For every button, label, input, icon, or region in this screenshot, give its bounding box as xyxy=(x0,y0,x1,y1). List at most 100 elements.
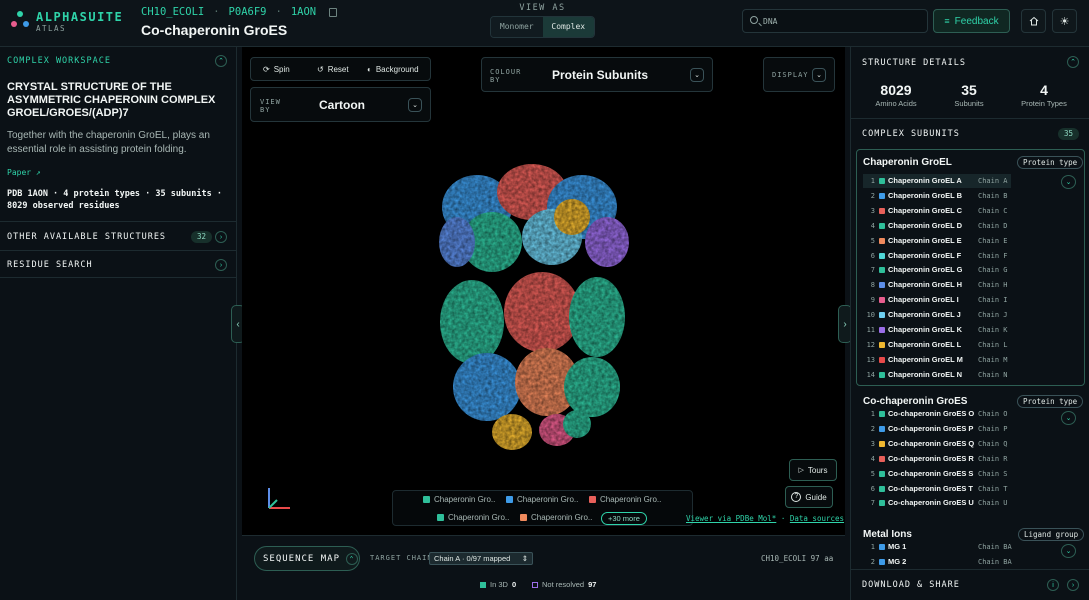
residue-search-label[interactable]: RESIDUE SEARCH xyxy=(7,260,93,270)
legend-item: Chaperonin Gro.. xyxy=(423,495,495,504)
subunit-row[interactable]: 10 Chaperonin GroEL J Chain J xyxy=(863,308,1011,322)
subunit-chain: Chain L xyxy=(978,340,1008,349)
spin-button[interactable]: ⟳ Spin xyxy=(263,65,290,74)
app-header: ALPHASUITE ATLAS CH10_ECOLI · P0A6F9 · 1… xyxy=(0,0,1089,47)
subunit-row[interactable]: 1 Chaperonin GroEL A Chain A xyxy=(863,174,1011,188)
axes-icon xyxy=(268,488,290,509)
subunit-row[interactable]: 3 Chaperonin GroEL C Chain C xyxy=(863,204,1011,218)
info-icon[interactable]: i xyxy=(1047,579,1059,591)
subunit-name: Chaperonin GroEL D xyxy=(888,220,963,230)
target-chain-select[interactable]: Chain A · 0/97 mapped ⇕ xyxy=(429,552,533,565)
subunit-swatch xyxy=(879,282,885,289)
subunit-swatch xyxy=(879,341,885,348)
subunit-chain: Chain O xyxy=(978,410,1008,418)
subunit-swatch xyxy=(879,371,885,378)
legend-item: Chaperonin Gro.. xyxy=(437,513,509,522)
expand-group-icon[interactable]: ⌄ xyxy=(1061,175,1076,189)
view-as-monomer-button[interactable]: Monomer xyxy=(491,17,543,37)
subunit-row[interactable]: 1 Co-chaperonin GroES O Chain O xyxy=(863,407,1011,421)
subunit-swatch xyxy=(879,500,885,507)
tours-button[interactable]: ▷ Tours xyxy=(789,459,837,481)
expand-download-icon[interactable]: › xyxy=(1067,579,1079,591)
subunit-row[interactable]: 4 Co-chaperonin GroES R Chain R xyxy=(863,452,1011,466)
subunit-row[interactable]: 6 Co-chaperonin GroES T Chain T xyxy=(863,482,1011,496)
subunit-swatch xyxy=(879,297,885,304)
data-sources-link[interactable]: Data sources xyxy=(790,514,844,523)
subunit-row[interactable]: 3 Co-chaperonin GroES Q Chain Q xyxy=(863,437,1011,451)
subunit-row[interactable]: 5 Co-chaperonin GroES S Chain S xyxy=(863,467,1011,481)
guide-button[interactable]: ? Guide xyxy=(785,486,833,508)
feedback-button[interactable]: ≡ Feedback xyxy=(933,9,1010,33)
subunit-row[interactable]: 12 Chaperonin GroEL L Chain L xyxy=(863,338,1011,352)
subunit-chain: Chain U xyxy=(978,499,1008,508)
copy-icon[interactable] xyxy=(329,7,338,17)
groel-groes-molecule-render[interactable] xyxy=(432,162,652,462)
legend-item: Chaperonin Gro.. xyxy=(589,495,661,504)
not-resolved-legend: Not resolved 97 xyxy=(532,580,596,589)
subunit-chain: Chain A xyxy=(978,177,1008,185)
subunit-row[interactable]: 9 Chaperonin GroEL I Chain I xyxy=(863,293,1011,307)
expand-group-icon[interactable]: ⌄ xyxy=(1061,411,1076,425)
subunit-row[interactable]: 2 Chaperonin GroEL B Chain B xyxy=(863,189,1011,203)
subunit-swatch xyxy=(879,252,885,259)
subunit-name: Co-chaperonin GroES Q xyxy=(888,438,975,448)
home-button[interactable] xyxy=(1021,9,1046,33)
subunit-row[interactable]: 7 Co-chaperonin GroES U Chain U xyxy=(863,496,1011,510)
molecule-viewer[interactable]: ⟳ Spin ↺ Reset ◐ Background VIEW BY Cartoon… xyxy=(242,47,845,535)
subunit-row[interactable]: 13 Chaperonin GroEL M Chain M xyxy=(863,353,1011,367)
row-index: 9 xyxy=(870,296,875,305)
view-as-complex-button[interactable]: Complex xyxy=(542,17,594,37)
complex-workspace-label: COMPLEX WORKSPACE xyxy=(7,56,111,66)
collapse-workspace-icon[interactable]: ⌃ xyxy=(215,55,227,67)
subunit-name: Chaperonin GroEL E xyxy=(888,235,962,245)
uniprot-name-link[interactable]: CH10_ECOLI xyxy=(141,6,204,18)
pdb-id-link[interactable]: 1AON xyxy=(291,6,316,18)
subunit-name: Chaperonin GroEL H xyxy=(888,280,963,290)
expand-group-icon[interactable]: ⌄ xyxy=(1061,544,1076,558)
subunit-name: Chaperonin GroEL F xyxy=(888,250,962,260)
subunit-row[interactable]: 11 Chaperonin GroEL K Chain K xyxy=(863,323,1011,337)
subunit-row[interactable]: 8 Chaperonin GroEL H Chain H xyxy=(863,278,1011,292)
subunit-swatch xyxy=(879,558,885,565)
colour-by-value: Protein Subunits xyxy=(552,68,648,82)
sequence-map-toggle[interactable]: SEQUENCE MAP ⌃ xyxy=(254,546,360,571)
view-by-dropdown[interactable]: VIEW BY Cartoon ⌄ xyxy=(250,87,431,122)
background-button[interactable]: ◐ Background xyxy=(367,65,419,74)
search-icon xyxy=(750,16,758,24)
other-structures-label[interactable]: OTHER AVAILABLE STRUCTURES xyxy=(7,232,166,242)
subunit-chain: Chain C xyxy=(978,206,1008,215)
molstar-viewer-link[interactable]: Viewer via PDBe Mol* xyxy=(686,514,776,523)
reset-button[interactable]: ↺ Reset xyxy=(317,65,349,74)
expand-other-structures-icon[interactable]: › xyxy=(215,231,227,243)
subunit-row[interactable]: 2 MG 2 Chain BA xyxy=(863,555,1012,569)
legend-more-button[interactable]: +30 more xyxy=(601,512,647,525)
subunit-row[interactable]: 2 Co-chaperonin GroES P Chain P xyxy=(863,422,1011,436)
subunit-row[interactable]: 14 Chaperonin GroEL N Chain N xyxy=(863,368,1011,382)
subunit-name: Co-chaperonin GroES O xyxy=(888,409,975,418)
display-dropdown[interactable]: DISPLAY ⌄ xyxy=(763,57,835,92)
divider xyxy=(0,277,237,278)
subunit-row[interactable]: 4 Chaperonin GroEL D Chain D xyxy=(863,219,1011,233)
expand-residue-search-icon[interactable]: › xyxy=(215,259,227,271)
theme-toggle-button[interactable]: ☀ xyxy=(1052,9,1077,33)
subunit-row[interactable]: 7 Chaperonin GroEL G Chain G xyxy=(863,263,1011,277)
subunit-chain: Chain M xyxy=(978,355,1008,364)
subunit-chain: Chain Q xyxy=(978,439,1008,448)
paper-link[interactable]: Paper ↗ xyxy=(7,168,41,177)
colour-by-dropdown[interactable]: COLOUR BY Protein Subunits ⌄ xyxy=(481,57,713,92)
subunit-row[interactable]: 6 Chaperonin GroEL F Chain F xyxy=(863,249,1011,263)
uniprot-accession-link[interactable]: P0A6F9 xyxy=(229,6,267,18)
subunit-chain: Chain S xyxy=(978,469,1008,478)
row-index: 3 xyxy=(870,439,875,448)
subunit-row[interactable]: 5 Chaperonin GroEL E Chain E xyxy=(863,234,1011,248)
subunit-chain: Chain D xyxy=(978,221,1008,230)
subunit-chain: Chain R xyxy=(978,454,1008,463)
search-input[interactable] xyxy=(763,14,923,29)
row-index: 6 xyxy=(870,251,875,260)
subunit-name: Chaperonin GroEL C xyxy=(888,205,963,215)
brand-name: ALPHASUITE xyxy=(36,10,124,24)
subunit-row[interactable]: 1 MG 1 Chain BA xyxy=(863,540,1012,554)
download-share-bar[interactable]: DOWNLOAD & SHARE i › xyxy=(851,569,1089,600)
subunit-swatch xyxy=(879,356,885,363)
row-index: 4 xyxy=(870,221,875,230)
